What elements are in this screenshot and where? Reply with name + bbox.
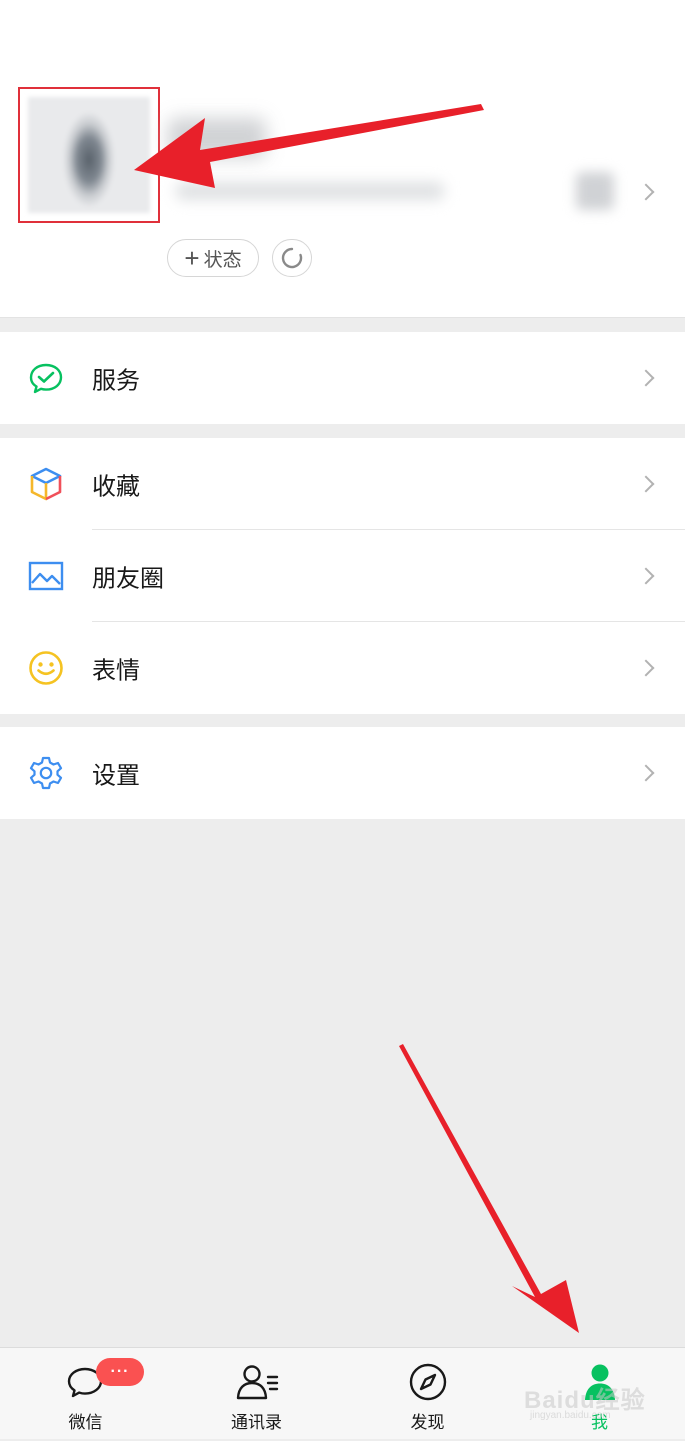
blurred-nickname <box>168 118 266 158</box>
plus-icon: + <box>184 243 200 273</box>
qr-code-icon[interactable] <box>576 172 614 210</box>
menu-label-moments: 朋友圈 <box>92 565 164 593</box>
menu-item-settings[interactable]: 设置 <box>0 727 685 819</box>
favorites-cube-icon <box>28 466 64 502</box>
add-status-button[interactable]: + 状态 <box>167 239 259 277</box>
tab-discover[interactable]: 发现 <box>342 1348 513 1440</box>
menu-item-moments[interactable]: 朋友圈 <box>0 530 685 622</box>
menu-label-stickers: 表情 <box>92 657 140 685</box>
chevron-right-icon <box>637 659 655 677</box>
chevron-right-icon <box>637 567 655 585</box>
menu-item-stickers[interactable]: 表情 <box>0 622 685 714</box>
services-icon <box>28 360 64 396</box>
chevron-right-icon <box>637 369 655 387</box>
chevron-right-icon <box>637 475 655 493</box>
avatar[interactable] <box>28 97 150 213</box>
profile-header[interactable]: + 状态 <box>0 0 685 318</box>
unread-badge: ··· <box>96 1358 144 1386</box>
menu-label-settings: 设置 <box>92 762 140 790</box>
status-label: 状态 <box>203 249 242 271</box>
watermark-url: jingyan.baidu.com <box>530 1410 611 1421</box>
tab-label-contacts: 通讯录 <box>231 1413 282 1432</box>
tab-label-chats: 微信 <box>68 1413 103 1432</box>
menu-label-favorites: 收藏 <box>92 473 140 501</box>
annotation-arrow-to-me-tab <box>399 1044 579 1333</box>
contacts-icon <box>235 1362 279 1402</box>
menu-item-services[interactable]: 服务 <box>0 332 685 424</box>
tab-contacts[interactable]: 通讯录 <box>171 1348 342 1440</box>
gear-icon <box>28 755 64 791</box>
refresh-icon <box>281 247 303 269</box>
services-group: 服务 <box>0 332 685 424</box>
compass-icon <box>408 1362 448 1402</box>
chevron-right-icon <box>637 183 655 201</box>
avatar-highlight-box <box>18 87 160 223</box>
refresh-status-button[interactable] <box>272 239 312 277</box>
menu-item-favorites[interactable]: 收藏 <box>0 438 685 530</box>
smiley-icon <box>28 650 64 686</box>
blurred-wechat-id <box>176 182 444 200</box>
menu-label-services: 服务 <box>92 367 140 395</box>
tab-chats[interactable]: ··· 微信 <box>0 1348 171 1440</box>
settings-group: 设置 <box>0 727 685 819</box>
moments-image-icon <box>28 558 64 594</box>
chevron-right-icon <box>637 764 655 782</box>
tab-label-discover: 发现 <box>410 1413 445 1432</box>
content-group: 收藏 朋友圈 表情 <box>0 438 685 714</box>
